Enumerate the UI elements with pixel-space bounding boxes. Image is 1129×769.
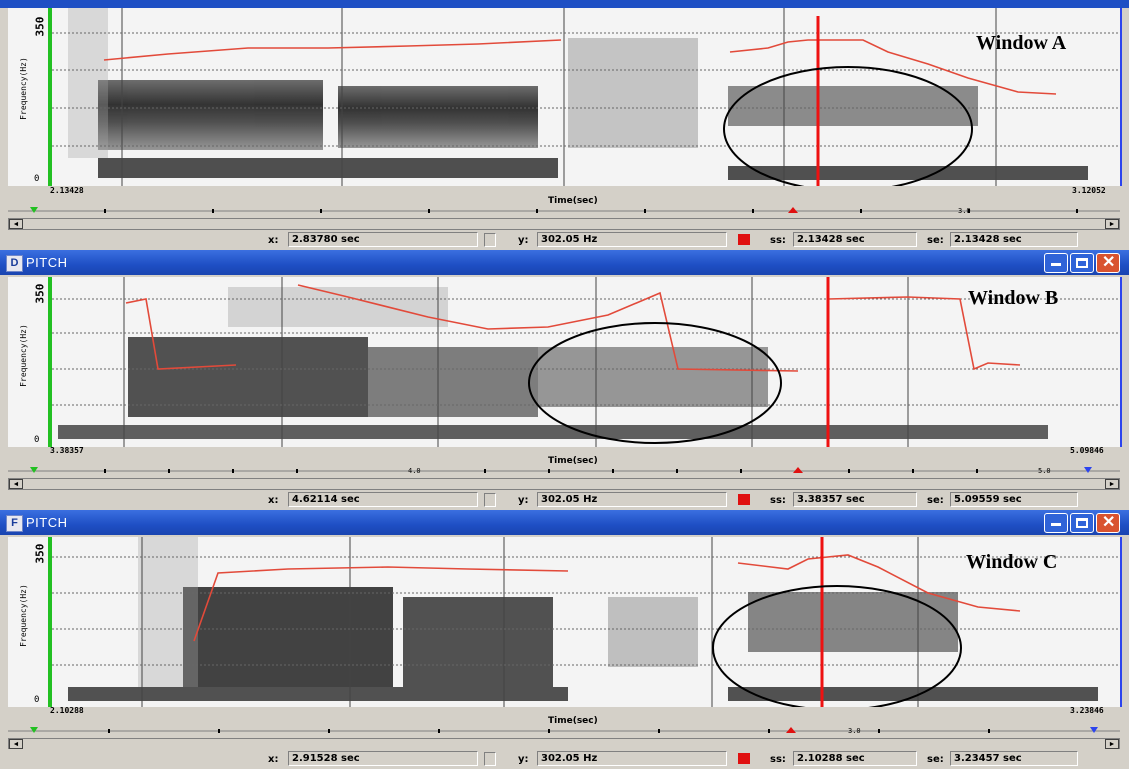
ruler-mark-a: 3.0 — [958, 207, 971, 215]
y-readout-value: 302.05 Hz — [537, 232, 727, 247]
x-readout-label: x: — [268, 495, 279, 506]
horizontal-scrollbar-b[interactable]: ◄ ► — [8, 478, 1120, 490]
window-icon: D — [6, 255, 23, 272]
ruler-mark-c: 3.0 — [848, 727, 861, 735]
selection-color-swatch — [738, 234, 750, 245]
ss-readout-value: 3.38357 sec — [793, 492, 917, 507]
y-min-label: 0 — [34, 695, 40, 705]
spectrogram-canvas-a — [48, 8, 1118, 186]
y-axis-label: Frequency(Hz) — [18, 584, 28, 647]
arrow-left-icon[interactable]: ◄ — [9, 739, 23, 749]
se-readout-value: 2.13428 sec — [950, 232, 1078, 247]
ss-readout-value: 2.10288 sec — [793, 751, 917, 766]
close-icon[interactable]: ✕ — [1096, 513, 1120, 533]
se-readout-label: se: — [927, 495, 944, 506]
x-start-label: 2.10288 — [50, 706, 84, 715]
spectrogram-panel-a[interactable]: 350 Frequency(Hz) 0 Window A — [8, 8, 1122, 186]
title-bar-b[interactable]: D PITCH ✕ — [0, 250, 1129, 275]
se-readout-label: se: — [927, 235, 944, 246]
x-start-label: 3.38357 — [50, 446, 84, 455]
x-end-label: 5.09846 — [1070, 446, 1104, 455]
arrow-right-icon[interactable]: ► — [1105, 479, 1119, 489]
y-min-label: 0 — [34, 435, 40, 445]
pitch-contour-a — [103, 39, 562, 61]
x-readout-label: x: — [268, 235, 279, 246]
title-bar-remnant — [0, 0, 1129, 8]
x-readout-value: 2.91528 sec — [288, 751, 478, 766]
y-readout-label: y: — [518, 754, 529, 765]
arrow-left-icon[interactable]: ◄ — [9, 479, 23, 489]
horizontal-scrollbar-a[interactable]: ◄ ► — [8, 218, 1120, 230]
y-axis-label: Frequency(Hz) — [18, 324, 28, 387]
window-title: PITCH — [26, 515, 68, 530]
spectrogram-canvas-c — [48, 537, 1118, 707]
status-bar-c: x: 2.91528 sec y: 302.05 Hz ss: 2.10288 … — [0, 749, 1129, 769]
title-bar-c[interactable]: F PITCH ✕ — [0, 510, 1129, 535]
ruler-mark-b2: 5.0 — [1038, 467, 1051, 475]
spectrogram-panel-c[interactable]: 350 Frequency(Hz) 0 Window C — [8, 537, 1122, 707]
y-axis-label: Frequency(Hz) — [18, 57, 28, 120]
ss-readout-label: ss: — [770, 754, 786, 765]
window-label-b: Window B — [968, 287, 1059, 309]
y-readout-value: 302.05 Hz — [537, 751, 727, 766]
window-label-a: Window A — [976, 32, 1067, 54]
ss-readout-value: 2.13428 sec — [793, 232, 917, 247]
arrow-right-icon[interactable]: ► — [1105, 219, 1119, 229]
selection-color-swatch — [738, 494, 750, 505]
x-end-label: 3.12052 — [1072, 186, 1106, 195]
status-bar-a: x: 2.83780 sec y: 302.05 Hz ss: 2.13428 … — [0, 230, 1129, 250]
spectrogram-window-b: D PITCH ✕ 350 Frequency(Hz) 0 Window B 3… — [0, 250, 1129, 510]
y-min-label: 0 — [34, 174, 40, 184]
y-max-label: 350 — [33, 16, 47, 37]
y-readout-value: 302.05 Hz — [537, 492, 727, 507]
arrow-right-icon[interactable]: ► — [1105, 739, 1119, 749]
se-readout-value: 3.23457 sec — [950, 751, 1078, 766]
status-bar-b: x: 4.62114 sec y: 302.05 Hz ss: 3.38357 … — [0, 490, 1129, 510]
x-end-label: 3.23846 — [1070, 706, 1104, 715]
x-readout-value: 4.62114 sec — [288, 492, 478, 507]
x-readout-value: 2.83780 sec — [288, 232, 478, 247]
maximize-icon[interactable] — [1070, 253, 1094, 273]
ruler-mark-b: 4.0 — [408, 467, 421, 475]
window-label-c: Window C — [966, 551, 1058, 573]
se-readout-label: se: — [927, 754, 944, 765]
spectrogram-window-a: 350 Frequency(Hz) 0 Window A 2.13428 3.1… — [0, 0, 1129, 250]
close-icon[interactable]: ✕ — [1096, 253, 1120, 273]
selection-color-swatch — [738, 753, 750, 764]
minimize-icon[interactable] — [1044, 513, 1068, 533]
minimize-icon[interactable] — [1044, 253, 1068, 273]
se-readout-value: 5.09559 sec — [950, 492, 1078, 507]
x-readout-label: x: — [268, 754, 279, 765]
spectrogram-canvas-b — [48, 277, 1118, 447]
x-start-label: 2.13428 — [50, 186, 84, 195]
y-readout-label: y: — [518, 495, 529, 506]
spectrogram-panel-b[interactable]: 350 Frequency(Hz) 0 Window B — [8, 277, 1122, 447]
window-icon: F — [6, 515, 23, 532]
ss-readout-label: ss: — [770, 495, 786, 506]
y-max-label: 350 — [33, 283, 47, 304]
maximize-icon[interactable] — [1070, 513, 1094, 533]
y-readout-label: y: — [518, 235, 529, 246]
arrow-left-icon[interactable]: ◄ — [9, 219, 23, 229]
y-max-label: 350 — [33, 543, 47, 564]
spectrogram-window-c: F PITCH ✕ 350 Frequency(Hz) 0 Window C 2… — [0, 510, 1129, 769]
ss-readout-label: ss: — [770, 235, 786, 246]
window-title: PITCH — [26, 255, 68, 270]
